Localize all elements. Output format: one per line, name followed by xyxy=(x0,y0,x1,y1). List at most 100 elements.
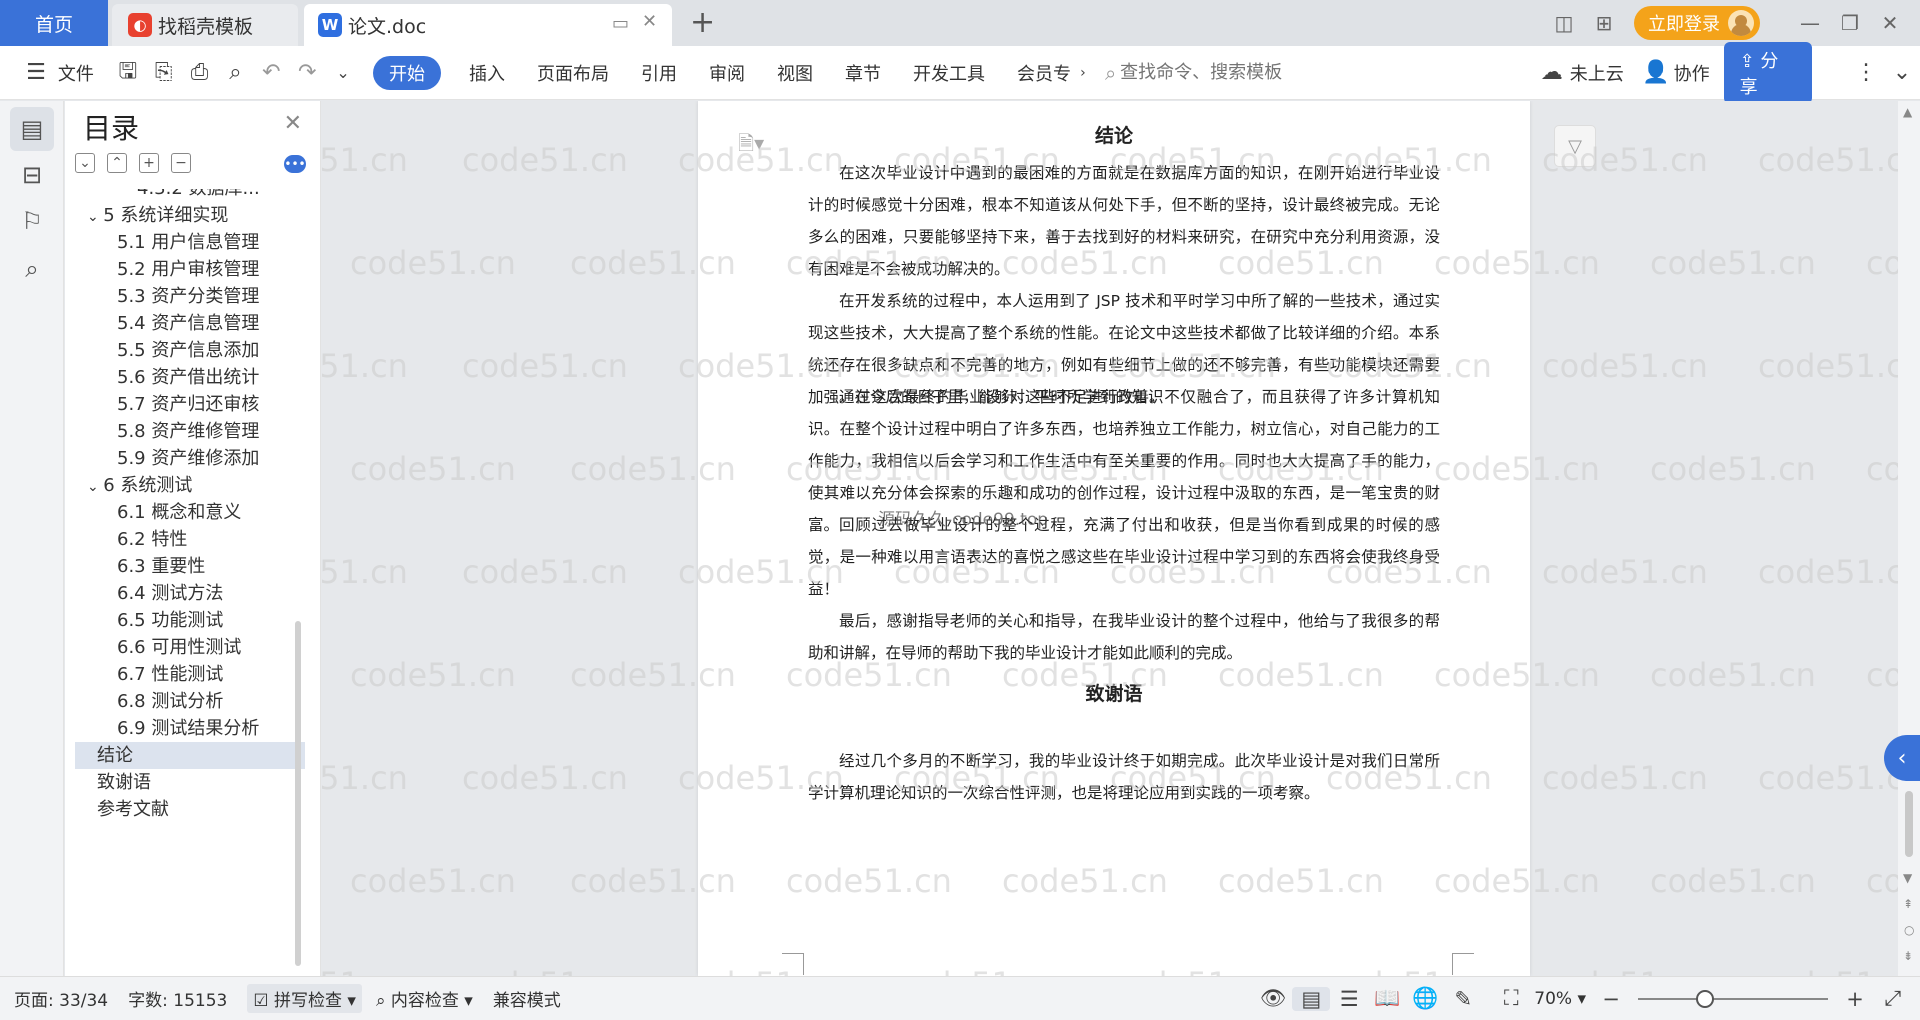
chevron-down-icon[interactable]: ⌄ xyxy=(87,209,103,225)
toc-item[interactable]: 5.6 资产借出统计 xyxy=(75,364,305,391)
zoom-level[interactable]: 70% ▾ xyxy=(1534,989,1586,1009)
tab-template[interactable]: ◐ 找稻壳模板 xyxy=(112,4,298,46)
outline-icon[interactable]: ⊟ xyxy=(10,153,54,197)
toc-item[interactable]: 5.9 资产维修添加 xyxy=(75,445,305,472)
chevron-down-icon[interactable]: ⌄ xyxy=(325,63,361,82)
minimize-icon[interactable]: — xyxy=(1790,11,1830,35)
toc-item[interactable]: ⌄ 5 系统详细实现 xyxy=(75,202,305,229)
toc-item[interactable]: 5.5 资产信息添加 xyxy=(75,337,305,364)
tab-document[interactable]: W 论文.doc ▭ ✕ xyxy=(304,4,672,46)
toc-options-icon[interactable]: ••• xyxy=(284,155,306,173)
zoom-knob[interactable] xyxy=(1696,989,1714,1008)
tab-view[interactable]: 视图 xyxy=(761,60,829,86)
toc-icon[interactable]: ▤ xyxy=(10,107,54,151)
tab-page-layout[interactable]: 页面布局 xyxy=(521,60,625,86)
toc-item[interactable]: 5.2 用户审核管理 xyxy=(75,256,305,283)
tab-home[interactable]: 首页 xyxy=(0,0,108,46)
more-icon[interactable]: ⋮ xyxy=(1848,60,1884,85)
toc-item[interactable]: 5.3 资产分类管理 xyxy=(75,283,305,310)
content-check-button[interactable]: ⌕ 内容检查 ▾ xyxy=(376,986,473,1011)
scroll-thumb[interactable] xyxy=(1905,791,1913,857)
tab-dev-tools[interactable]: 开发工具 xyxy=(897,60,1001,86)
pen-icon[interactable]: ✎ xyxy=(1444,987,1482,1011)
collapse-ribbon-icon[interactable]: ⌄ xyxy=(1884,60,1920,85)
zoom-out-icon[interactable]: − xyxy=(1592,987,1630,1011)
tab-insert[interactable]: 插入 xyxy=(453,60,521,86)
share-button[interactable]: ⇪ 分享 xyxy=(1723,41,1813,104)
eye-icon[interactable]: 👁 xyxy=(1254,986,1292,1011)
collapse-all-icon[interactable]: ⌃ xyxy=(107,153,127,173)
page-indicator[interactable]: 页面: 33/34 xyxy=(14,986,108,1011)
select-browse-icon[interactable]: ○ xyxy=(1904,923,1914,937)
menu-icon[interactable]: ☰ xyxy=(18,60,54,85)
toc-item[interactable]: 6.1 概念和意义 xyxy=(75,499,305,526)
toc-item[interactable]: 6.3 重要性 xyxy=(75,553,305,580)
toc-item[interactable]: 6.4 测试方法 xyxy=(75,580,305,607)
file-menu[interactable]: 文件 xyxy=(54,60,110,86)
tab-chapter[interactable]: 章节 xyxy=(829,60,897,86)
toc-item[interactable]: 6.5 功能测试 xyxy=(75,607,305,634)
read-view-icon[interactable]: 📖 xyxy=(1368,986,1406,1011)
toc-item[interactable]: 6.7 性能测试 xyxy=(75,661,305,688)
zoom-slider[interactable] xyxy=(1638,989,1828,1009)
vertical-scrollbar[interactable]: ▲ ▼ ⇞ ○ ⇟ xyxy=(1898,101,1920,976)
outline-view-icon[interactable]: ☰ xyxy=(1330,987,1368,1011)
document-canvas[interactable]: 🗎▾ 结论 在这次毕业设计中遇到的最困难的方面就是在数据库方面的知识，在刚开始进… xyxy=(322,101,1898,976)
chevron-down-icon[interactable]: ⌄ xyxy=(87,479,103,495)
remove-level-icon[interactable]: − xyxy=(171,153,191,173)
collab-button[interactable]: 协作 xyxy=(1674,60,1710,86)
toc-item[interactable]: 致谢语 xyxy=(75,769,305,796)
restore-icon[interactable]: ❐ xyxy=(1830,11,1870,35)
add-level-icon[interactable]: + xyxy=(139,153,159,173)
undo-icon[interactable]: ↶ xyxy=(253,60,289,85)
chevron-right-icon[interactable]: › xyxy=(1075,65,1091,81)
bookmark-icon[interactable]: ⚐ xyxy=(10,199,54,243)
word-count[interactable]: 字数: 15153 xyxy=(128,986,227,1011)
toc-item[interactable]: 参考文献 xyxy=(75,796,305,823)
toc-scrollbar[interactable] xyxy=(295,621,301,966)
command-search[interactable]: ⌕ xyxy=(1105,61,1444,85)
toc-item[interactable]: 5.8 资产维修管理 xyxy=(75,418,305,445)
tab-references[interactable]: 引用 xyxy=(625,60,693,86)
print-preview-icon[interactable]: ⌕ xyxy=(218,60,254,85)
spell-check-button[interactable]: ☑ 拼写检查 ▾ xyxy=(247,984,362,1013)
print-icon[interactable]: ⎙ xyxy=(182,60,218,85)
toc-item[interactable]: 6.8 测试分析 xyxy=(75,688,305,715)
tab-member[interactable]: 会员专 xyxy=(1001,60,1075,86)
tab-start[interactable]: 开始 xyxy=(373,55,441,90)
toc-item[interactable]: ⌄ 6 系统测试 xyxy=(75,472,305,499)
zoom-in-icon[interactable]: + xyxy=(1836,987,1874,1011)
scroll-down-icon[interactable]: ▼ xyxy=(1903,871,1912,885)
document-page[interactable]: 🗎▾ 结论 在这次毕业设计中遇到的最困难的方面就是在数据库方面的知识，在刚开始进… xyxy=(698,101,1530,976)
prev-page-icon[interactable]: ⇞ xyxy=(1903,897,1913,911)
cloud-status[interactable]: 未上云 xyxy=(1570,60,1638,86)
login-button[interactable]: 立即登录 xyxy=(1634,6,1760,40)
toc-item[interactable]: 5.7 资产归还审核 xyxy=(75,391,305,418)
page-view-icon[interactable]: ▤ xyxy=(1292,986,1331,1011)
toc-item[interactable]: 6.2 特性 xyxy=(75,526,305,553)
filter-icon[interactable]: ▽ xyxy=(1554,125,1596,167)
scroll-up-icon[interactable]: ▲ xyxy=(1903,105,1912,119)
redo-icon[interactable]: ↷ xyxy=(289,60,325,85)
save-icon[interactable]: 🖫 xyxy=(110,54,146,92)
screen-icon[interactable]: ▭ xyxy=(612,13,629,34)
export-icon[interactable]: ⎘ xyxy=(146,60,182,85)
web-view-icon[interactable]: 🌐 xyxy=(1406,986,1444,1011)
close-window-icon[interactable]: ✕ xyxy=(1870,11,1910,35)
apps-grid-icon[interactable]: ⊞ xyxy=(1584,11,1624,35)
toc-item[interactable]: 5.4 资产信息管理 xyxy=(75,310,305,337)
tab-review[interactable]: 审阅 xyxy=(693,60,761,86)
toc-item[interactable]: 结论 xyxy=(75,742,305,769)
next-page-icon[interactable]: ⇟ xyxy=(1903,949,1913,963)
expand-all-icon[interactable]: ⌄ xyxy=(75,153,95,173)
toc-item[interactable]: 6.9 测试结果分析 xyxy=(75,715,305,742)
toc-item[interactable]: 5.1 用户信息管理 xyxy=(75,229,305,256)
fit-page-icon[interactable]: ⛶ xyxy=(1492,986,1530,1011)
fullscreen-icon[interactable]: ⤢ xyxy=(1874,986,1912,1011)
close-icon[interactable]: ✕ xyxy=(284,111,302,136)
find-icon[interactable]: ⌕ xyxy=(10,247,54,291)
search-input[interactable] xyxy=(1120,62,1421,83)
new-tab-button[interactable]: + xyxy=(690,4,715,42)
toc-item[interactable]: 4.3.2 数据库... xyxy=(75,189,305,202)
close-tab-icon[interactable]: ✕ xyxy=(642,11,657,32)
